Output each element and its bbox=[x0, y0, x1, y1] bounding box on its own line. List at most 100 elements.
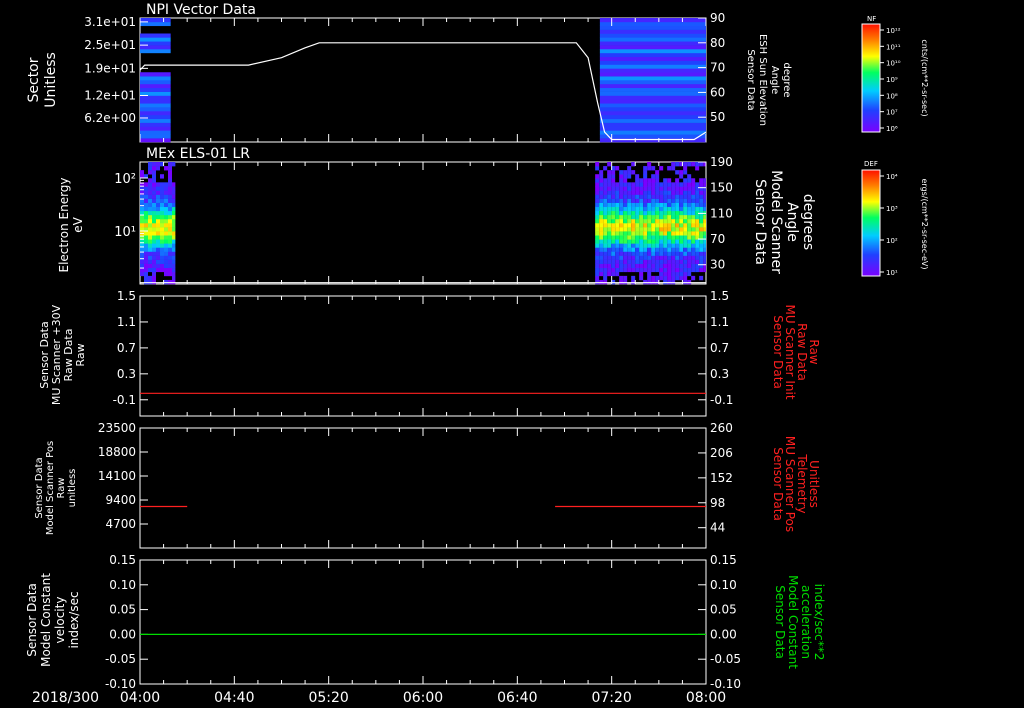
heat-cell bbox=[667, 255, 672, 260]
heat-cell bbox=[611, 194, 616, 199]
date-label: 2018/300 bbox=[32, 690, 99, 706]
heat-cell bbox=[164, 267, 168, 273]
heat-cell bbox=[623, 202, 628, 208]
heat-cell bbox=[595, 198, 600, 203]
heat-cell bbox=[683, 194, 688, 199]
heat-cell bbox=[695, 227, 700, 232]
heat-cell bbox=[655, 186, 660, 191]
heat-cell bbox=[160, 174, 164, 179]
heat-row bbox=[140, 118, 171, 123]
heat-row bbox=[140, 45, 171, 50]
heat-cell bbox=[148, 202, 152, 208]
heat-cell bbox=[144, 223, 148, 228]
heat-cell bbox=[635, 210, 640, 216]
heat-cell bbox=[615, 190, 620, 195]
heat-cell bbox=[144, 182, 148, 187]
heat-cell bbox=[659, 235, 664, 240]
y-tick-label: 0.7 bbox=[117, 341, 136, 355]
panel-1-rlabel-3: Angle bbox=[769, 66, 780, 94]
heat-cell bbox=[667, 247, 672, 252]
heat-cell bbox=[603, 239, 608, 244]
heat-cell bbox=[679, 190, 684, 195]
heat-cell bbox=[168, 214, 172, 220]
heat-cell bbox=[675, 255, 680, 260]
heat-cell bbox=[671, 210, 676, 216]
heat-cell bbox=[619, 251, 624, 256]
heat-cell bbox=[655, 182, 660, 187]
panel-4-ylabel-4: unitless bbox=[67, 469, 78, 508]
heat-cell bbox=[599, 218, 604, 224]
heat-cell bbox=[603, 251, 608, 256]
heat-cell bbox=[703, 227, 706, 232]
heat-cell bbox=[643, 190, 648, 195]
heat-cell bbox=[639, 182, 644, 187]
heat-cell bbox=[623, 198, 628, 203]
heat-row bbox=[599, 68, 706, 73]
heat-cell bbox=[172, 247, 176, 252]
heat-cell bbox=[679, 267, 684, 273]
heat-cell bbox=[623, 218, 628, 224]
heat-cell bbox=[144, 190, 148, 195]
heat-cell bbox=[168, 271, 172, 277]
heat-cell bbox=[148, 170, 152, 175]
y-tick-label: 44 bbox=[710, 521, 725, 535]
heat-cell bbox=[144, 214, 148, 220]
heat-cell bbox=[691, 202, 696, 208]
y-tick-label: 2.5e+01 bbox=[84, 38, 136, 52]
heat-cell bbox=[703, 239, 706, 244]
heat-cell bbox=[663, 223, 668, 228]
heat-cell bbox=[595, 174, 600, 179]
heat-cell bbox=[152, 247, 156, 252]
heat-cell bbox=[144, 198, 148, 203]
heat-row bbox=[140, 87, 171, 92]
heat-cell bbox=[595, 202, 600, 208]
heat-cell bbox=[140, 259, 144, 264]
heat-cell bbox=[687, 263, 692, 269]
heat-cell bbox=[160, 251, 164, 256]
heat-cell bbox=[679, 218, 684, 224]
heat-cell bbox=[635, 186, 640, 191]
heat-cell bbox=[168, 218, 172, 224]
heat-cell bbox=[619, 190, 624, 195]
heat-cell bbox=[699, 243, 704, 248]
heat-cell bbox=[631, 206, 636, 212]
colorbar-tick-label: 10¹² bbox=[886, 27, 901, 35]
heat-cell bbox=[663, 218, 668, 224]
heat-cell bbox=[603, 166, 608, 171]
heat-cell bbox=[659, 190, 664, 195]
heat-cell bbox=[643, 223, 648, 228]
heat-cell bbox=[671, 243, 676, 248]
heat-cell bbox=[671, 186, 676, 191]
heat-cell bbox=[152, 275, 156, 281]
heat-cell bbox=[655, 267, 660, 273]
heat-cell bbox=[635, 202, 640, 208]
heat-cell bbox=[595, 235, 600, 240]
heat-cell bbox=[627, 218, 632, 224]
heat-cell bbox=[599, 198, 604, 203]
heat-cell bbox=[671, 251, 676, 256]
heat-cell bbox=[611, 182, 616, 187]
heat-cell bbox=[172, 243, 176, 248]
heat-cell bbox=[683, 223, 688, 228]
heat-cell bbox=[663, 275, 668, 281]
heat-cell bbox=[152, 235, 156, 240]
heat-row bbox=[599, 76, 706, 81]
time-tick-label: 06:40 bbox=[497, 690, 537, 706]
heat-cell bbox=[659, 247, 664, 252]
heat-cell bbox=[703, 178, 706, 183]
heat-cell bbox=[611, 251, 616, 256]
y-tick-label: 1.1 bbox=[710, 315, 729, 329]
heat-cell bbox=[168, 247, 172, 252]
heat-cell bbox=[691, 275, 696, 281]
heat-cell bbox=[599, 202, 604, 208]
heat-cell bbox=[168, 170, 172, 175]
y-tick-label: 70 bbox=[710, 61, 725, 75]
heat-cell bbox=[172, 194, 176, 199]
panel-5-ylabel-4: index/sec bbox=[67, 591, 81, 648]
heat-cell bbox=[607, 255, 612, 260]
y-tick-label: 18800 bbox=[98, 445, 136, 459]
heat-cell bbox=[156, 218, 160, 224]
heat-cell bbox=[635, 227, 640, 232]
heat-cell bbox=[643, 247, 648, 252]
heat-cell bbox=[172, 214, 176, 220]
